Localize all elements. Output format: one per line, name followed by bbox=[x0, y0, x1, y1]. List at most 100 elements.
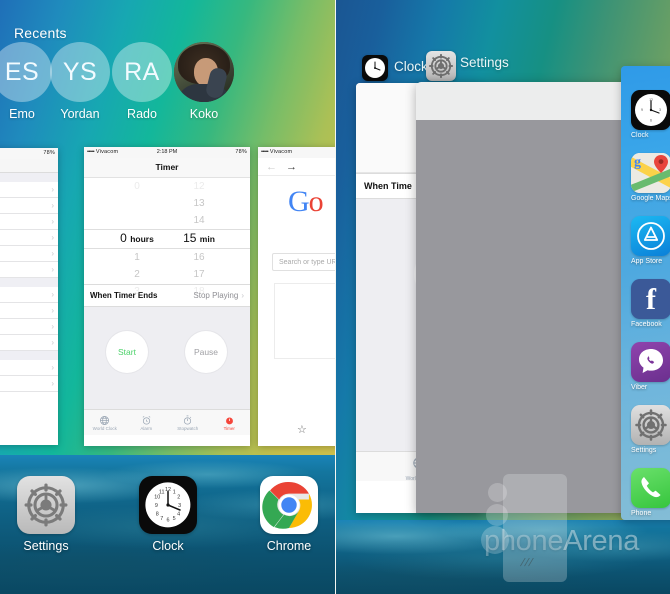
search-input[interactable]: Search or type URL bbox=[272, 253, 335, 271]
tab-timer[interactable]: Timer bbox=[209, 410, 251, 435]
svg-text:12: 12 bbox=[649, 98, 653, 102]
list-group-gap bbox=[0, 351, 58, 360]
stopwatch-icon bbox=[167, 413, 209, 425]
dock-app-chrome[interactable]: Chrome bbox=[251, 476, 327, 553]
tab-world-clock[interactable]: World Clock bbox=[84, 410, 126, 435]
svg-text:11: 11 bbox=[159, 489, 165, 495]
svg-text:1: 1 bbox=[173, 489, 176, 495]
forward-arrow-icon[interactable]: → bbox=[286, 162, 297, 173]
list-item[interactable]: › bbox=[0, 262, 58, 278]
back-arrow-icon[interactable]: ← bbox=[266, 162, 277, 173]
app-card-settings-list[interactable]: 78% › › › › › › › › › › › › bbox=[0, 148, 58, 445]
svg-text:8: 8 bbox=[156, 511, 159, 517]
app-card-timer[interactable]: ••••• Vivacom 2:18 PM 78% Timer 0 - - 0 … bbox=[84, 147, 250, 446]
start-button[interactable]: Start bbox=[106, 331, 148, 373]
most-visited-tile[interactable] bbox=[274, 283, 335, 359]
picker-value: 18 bbox=[193, 286, 205, 297]
dock-app-label: Chrome bbox=[266, 539, 312, 553]
app-icon-settings[interactable]: Settings bbox=[631, 405, 670, 454]
status-battery: 78% bbox=[235, 149, 247, 155]
picker-value: 17 bbox=[193, 269, 205, 280]
chevron-right-icon: › bbox=[51, 233, 54, 242]
picker-value: 13 bbox=[193, 198, 205, 209]
alarm-icon bbox=[126, 413, 168, 425]
panel-divider bbox=[335, 0, 336, 594]
watermark-dots-icon: /// bbox=[519, 557, 536, 569]
recent-contact-koko[interactable]: Koko bbox=[174, 42, 234, 121]
chevron-right-icon: › bbox=[51, 265, 54, 274]
recent-contact-name: Koko bbox=[189, 107, 219, 121]
svg-text:4: 4 bbox=[177, 511, 180, 517]
card-status-bar: 78% bbox=[0, 148, 58, 159]
svg-text:6: 6 bbox=[167, 518, 170, 524]
settings-gear-icon[interactable] bbox=[426, 51, 456, 81]
watermark-circle bbox=[488, 483, 507, 502]
list-group-gap bbox=[0, 173, 58, 182]
globe-icon bbox=[84, 413, 126, 425]
list-item[interactable]: › bbox=[0, 287, 58, 303]
app-icon-phone[interactable]: Phone bbox=[631, 468, 670, 517]
avatar: YS bbox=[50, 42, 110, 102]
google-maps-icon: g bbox=[631, 153, 670, 193]
list-group-gap bbox=[0, 278, 58, 287]
tab-label: World Clock bbox=[92, 426, 117, 431]
list-item[interactable]: › bbox=[0, 376, 58, 392]
list-item[interactable]: › bbox=[0, 335, 58, 351]
list-item[interactable]: › bbox=[0, 303, 58, 319]
clock-tab-bar: World Clock Alarm Stopwatch Timer bbox=[84, 409, 250, 435]
left-panel: Recents ES Emo YS Yordan RA Rado Koko 78… bbox=[0, 0, 335, 594]
app-icon-viber[interactable]: Viber bbox=[631, 342, 670, 391]
list-item[interactable]: › bbox=[0, 182, 58, 198]
svg-text:3: 3 bbox=[659, 108, 661, 112]
facebook-icon: f bbox=[631, 279, 670, 319]
tab-alarm[interactable]: Alarm bbox=[126, 410, 168, 435]
picker-selected-hours: 0 hours bbox=[120, 231, 154, 245]
app-icon-google-maps[interactable]: g Google Maps bbox=[631, 153, 670, 202]
chevron-right-icon: › bbox=[51, 379, 54, 388]
dock-app-settings[interactable]: Settings bbox=[8, 476, 84, 553]
tab-label: Timer bbox=[223, 426, 235, 431]
picker-value: 2 bbox=[134, 269, 140, 280]
chevron-right-icon: › bbox=[51, 185, 54, 194]
svg-text:6: 6 bbox=[650, 118, 652, 122]
dock-app-clock[interactable]: 12 3 6 9 12 45 78 10 11 Clock bbox=[130, 476, 206, 553]
avatar: RA bbox=[112, 42, 172, 102]
list-item[interactable]: › bbox=[0, 246, 58, 262]
picker-value: 0 bbox=[134, 181, 140, 192]
list-item[interactable]: › bbox=[0, 230, 58, 246]
list-nav-bar bbox=[0, 159, 58, 173]
picker-value: 3 bbox=[134, 286, 140, 297]
list-item[interactable]: › bbox=[0, 214, 58, 230]
recent-contact-rado[interactable]: RA Rado bbox=[112, 42, 172, 121]
bookmarks-star-icon[interactable]: ☆ bbox=[297, 423, 307, 436]
recent-contact-name: Yordan bbox=[60, 107, 100, 121]
chevron-right-icon: › bbox=[241, 291, 244, 300]
picker-value: 1 bbox=[134, 252, 140, 263]
timer-minutes-column[interactable]: 12 13 14 15 min 16 17 18 bbox=[168, 178, 230, 297]
tab-stopwatch[interactable]: Stopwatch bbox=[167, 410, 209, 435]
recents-row: ES Emo YS Yordan RA Rado Koko bbox=[0, 42, 335, 128]
app-switcher-label-clock: Clock bbox=[394, 59, 428, 74]
clock-icon[interactable] bbox=[362, 55, 388, 81]
springboard-column[interactable]: 12 3 6 9 Clock g Google Maps App Store f… bbox=[621, 66, 670, 520]
picker-value: 16 bbox=[193, 252, 205, 263]
svg-text:7: 7 bbox=[160, 516, 163, 522]
chevron-right-icon: › bbox=[51, 249, 54, 258]
recent-contact-emo[interactable]: ES Emo bbox=[0, 42, 52, 121]
pause-button[interactable]: Pause bbox=[185, 331, 227, 373]
list-item[interactable]: › bbox=[0, 319, 58, 335]
app-card-chrome[interactable]: ••••• Vivacom ← → Go Search or type URL … bbox=[258, 147, 335, 446]
timer-picker[interactable]: 0 - - 0 hours 1 2 3 12 13 14 15 min 16 1… bbox=[84, 178, 250, 297]
recent-contact-name: Rado bbox=[127, 107, 157, 121]
chevron-right-icon: › bbox=[51, 290, 54, 299]
app-icon-app-store[interactable]: App Store bbox=[631, 216, 670, 265]
list-item[interactable]: › bbox=[0, 198, 58, 214]
app-store-icon bbox=[631, 216, 670, 256]
timer-hours-column[interactable]: 0 - - 0 hours 1 2 3 bbox=[106, 178, 168, 297]
list-item[interactable]: › bbox=[0, 360, 58, 376]
app-icon-clock[interactable]: 12 3 6 9 Clock bbox=[631, 90, 670, 139]
app-icon-label: App Store bbox=[631, 258, 663, 265]
dock-app-label: Settings bbox=[23, 539, 69, 553]
recent-contact-yordan[interactable]: YS Yordan bbox=[50, 42, 110, 121]
app-icon-facebook[interactable]: f Facebook bbox=[631, 279, 670, 328]
